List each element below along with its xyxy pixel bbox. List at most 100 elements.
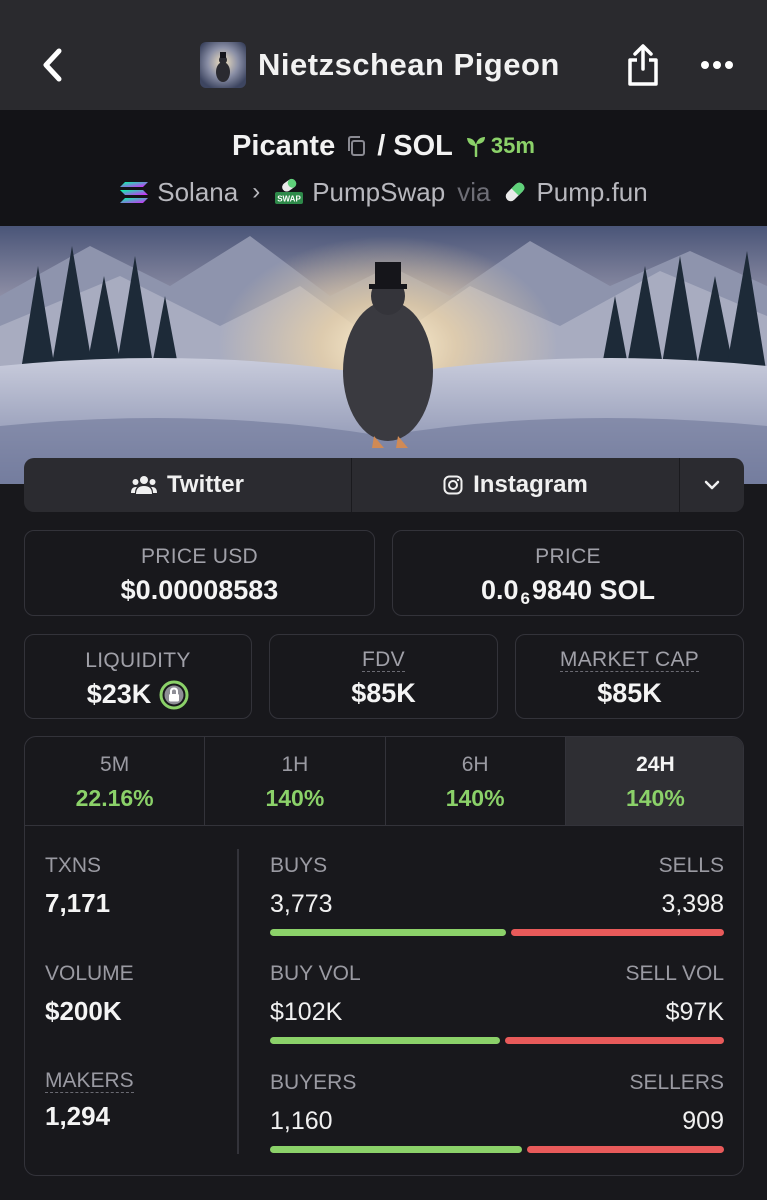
launchpad-link[interactable]: Pump.fun <box>502 176 648 208</box>
liquidity-value-row: $23K <box>25 679 251 710</box>
price-sol-card: PRICE 0.0 6 9840 SOL <box>392 530 744 616</box>
buys-value: 3,773 <box>270 890 333 918</box>
instagram-label: Instagram <box>473 471 588 498</box>
sellers-bar <box>526 1146 724 1153</box>
lock-icon[interactable] <box>159 680 189 710</box>
pumpswap-icon: SWAP <box>275 178 304 204</box>
chevron-right-icon: › <box>252 178 261 205</box>
price-usd-value: $0.00008583 <box>120 575 279 605</box>
chain-breadcrumb: Solana › SWAP PumpSwap via Pump.fun <box>0 172 767 212</box>
makers-value: 1,294 <box>45 1101 111 1131</box>
pair-age-badge: 35m <box>465 133 535 159</box>
back-button[interactable] <box>32 40 72 90</box>
price-usd-card: PRICE USD $0.00008583 <box>24 530 375 616</box>
chevron-left-icon <box>43 48 62 82</box>
buyers-sellers-block: BUYERS SELLERS 1,160 909 <box>270 1071 724 1153</box>
tab-label: 5M <box>100 753 130 776</box>
fdv-value: $85K <box>351 678 416 708</box>
pair-age: 35m <box>490 133 535 158</box>
price-sol-label: PRICE <box>535 545 601 568</box>
sell-vol-bar <box>505 1037 724 1044</box>
launchpad-name: Pump.fun <box>536 176 648 207</box>
sprout-icon <box>466 137 485 157</box>
tab-24h[interactable]: 24H 140% <box>565 737 743 825</box>
market-cap-card: MARKET CAP $85K <box>515 634 744 719</box>
makers-label[interactable]: MAKERS <box>45 1070 134 1093</box>
pair-header: Picante / SOL 35m Solana › SWAP PumpSwap… <box>0 110 767 226</box>
buys-label: BUYS <box>270 854 328 877</box>
more-options-button[interactable] <box>692 40 742 90</box>
chevron-down-icon <box>704 480 720 490</box>
copy-icon[interactable] <box>343 133 369 159</box>
sell-vol-label: SELL VOL <box>625 962 724 985</box>
dex-name: PumpSwap <box>312 176 446 207</box>
app-header: Nietzschean Pigeon <box>0 0 767 110</box>
buyers-label: BUYERS <box>270 1071 357 1094</box>
sells-value: 3,398 <box>661 890 724 918</box>
via-text: via <box>457 176 491 207</box>
dex-link[interactable]: SWAP PumpSwap <box>274 177 445 208</box>
pair-separator: / <box>377 129 386 162</box>
price-sol-suffix: 9840 SOL <box>531 575 656 605</box>
timeframe-stats-panel: 5M 22.16% 1H 140% 6H 140% 24H 140% TXNS … <box>24 736 744 1176</box>
chain-name: Solana <box>157 176 239 207</box>
timeframe-tabs: 5M 22.16% 1H 140% 6H 140% 24H 140% <box>25 737 743 826</box>
pill-icon <box>506 182 525 202</box>
txns-value: 7,171 <box>45 888 111 918</box>
txns-label: TXNS <box>45 854 102 877</box>
divider <box>237 849 239 1154</box>
instagram-icon <box>443 475 463 495</box>
txns-block: TXNS 7,171 <box>45 854 110 919</box>
market-cap-value: $85K <box>597 678 662 708</box>
buy-vol-label: BUY VOL <box>270 962 361 985</box>
tab-5m[interactable]: 5M 22.16% <box>25 737 206 825</box>
tab-label: 6H <box>461 753 489 776</box>
price-change: 22.16% <box>75 785 154 811</box>
solana-icon <box>120 182 149 203</box>
volume-label: VOLUME <box>45 962 134 985</box>
base-token-symbol: Picante <box>232 129 336 162</box>
share-button[interactable] <box>618 40 668 90</box>
svg-text:SWAP: SWAP <box>277 195 301 204</box>
instagram-link-button[interactable]: Instagram <box>352 458 680 512</box>
price-sol-prefix: 0.0 <box>480 575 519 605</box>
more-links-dropdown[interactable] <box>680 458 744 512</box>
price-usd-label: PRICE USD <box>140 545 259 568</box>
liquidity-card: LIQUIDITY $23K <box>24 634 252 719</box>
buyers-bar <box>270 1146 522 1153</box>
sells-label: SELLS <box>658 854 724 877</box>
buyers-value: 1,160 <box>270 1107 333 1135</box>
quote-token-symbol: SOL <box>393 129 453 162</box>
token-title: Nietzschean Pigeon <box>200 40 560 90</box>
twitter-label: Twitter <box>167 471 244 498</box>
chain-link[interactable]: Solana <box>119 177 238 208</box>
sellers-value: 909 <box>682 1107 724 1135</box>
price-sol-value: 0.0 6 9840 SOL <box>393 575 743 608</box>
page-title: Nietzschean Pigeon <box>258 47 560 82</box>
pair-name-row: Picante / SOL 35m <box>0 126 767 166</box>
volume-block: VOLUME $200K <box>45 962 134 1027</box>
makers-block: MAKERS 1,294 <box>45 1070 134 1132</box>
buys-sells-bar <box>270 929 724 936</box>
share-icon <box>628 44 658 86</box>
price-change: 140% <box>445 785 505 811</box>
tab-1h[interactable]: 1H 140% <box>205 737 386 825</box>
liquidity-value: $23K <box>86 679 152 709</box>
buy-sell-volume-block: BUY VOL SELL VOL $102K $97K <box>270 962 724 1044</box>
tab-6h[interactable]: 6H 140% <box>386 737 566 825</box>
liquidity-label: LIQUIDITY <box>85 649 191 672</box>
twitter-link-button[interactable]: Twitter <box>24 458 352 512</box>
sell-vol-value: $97K <box>665 998 724 1026</box>
more-horizontal-icon <box>701 61 733 69</box>
fdv-label[interactable]: FDV <box>362 649 405 672</box>
sells-bar <box>511 929 724 936</box>
market-cap-label[interactable]: MARKET CAP <box>559 649 700 672</box>
volume-bar <box>270 1037 724 1044</box>
tab-label: 24H <box>636 753 675 776</box>
tab-label: 1H <box>281 753 309 776</box>
volume-value: $200K <box>45 996 122 1026</box>
fdv-card: FDV $85K <box>269 634 498 719</box>
token-avatar <box>200 42 246 88</box>
sellers-label: SELLERS <box>629 1071 724 1094</box>
buys-bar <box>270 929 507 936</box>
